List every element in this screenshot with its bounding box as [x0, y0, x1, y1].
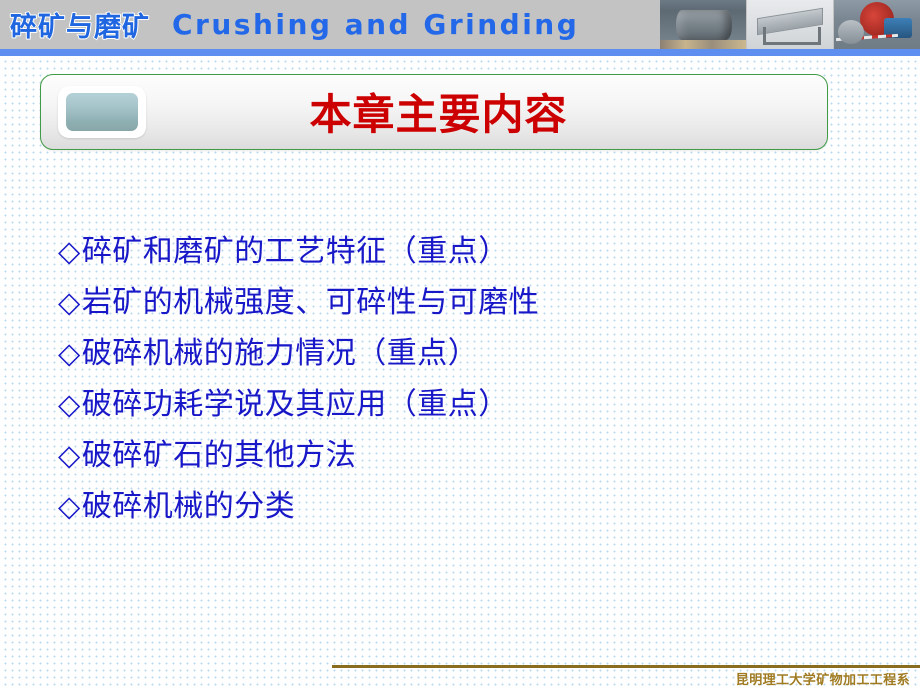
page-title: 本章主要内容 [309, 89, 568, 139]
title-badge-frame [58, 86, 146, 138]
header-title-chinese: 碎矿与磨矿 [9, 11, 150, 44]
list-item-label: 碎矿和磨矿的工艺特征（重点） [81, 234, 509, 269]
list-item: ◇ 破碎矿石的其他方法 [58, 430, 858, 481]
vibrating-screen-photo [747, 0, 833, 49]
list-item: ◇ 破碎机械的施力情况（重点） [58, 328, 858, 379]
slide-header: 碎矿与磨矿 Crushing and Grinding [0, 0, 920, 49]
list-item: ◇ 岩矿的机械强度、可碎性与可磨性 [58, 277, 858, 328]
section-title-box: 本章主要内容 [40, 74, 828, 150]
list-item: ◇ 碎矿和磨矿的工艺特征（重点） [58, 226, 858, 277]
crusher-photo [834, 0, 920, 49]
diamond-bullet-icon: ◇ [58, 285, 81, 319]
diamond-bullet-icon: ◇ [58, 489, 81, 523]
list-item-label: 岩矿的机械强度、可碎性与可磨性 [81, 285, 540, 320]
footer-divider [332, 665, 920, 668]
list-item: ◇ 破碎机械的分类 [58, 481, 858, 532]
diamond-bullet-icon: ◇ [58, 234, 81, 268]
slide-canvas: 碎矿与磨矿 Crushing and Grinding 本章主要内容 ◇ 碎矿和… [0, 0, 920, 690]
list-item-label: 破碎功耗学说及其应用（重点） [81, 387, 509, 422]
header-accent-bar [0, 49, 920, 56]
header-title-english: Crushing and Grinding [172, 8, 580, 41]
footer-department-label: 昆明理工大学矿物加工工程系 [735, 673, 910, 688]
list-item-label: 破碎机械的分类 [81, 489, 296, 524]
diamond-bullet-icon: ◇ [58, 438, 81, 472]
list-item: ◇ 破碎功耗学说及其应用（重点） [58, 379, 858, 430]
header-photo-strip [660, 0, 920, 49]
list-item-label: 破碎矿石的其他方法 [81, 438, 357, 473]
diamond-bullet-icon: ◇ [58, 336, 81, 370]
rounded-square-badge-icon [66, 93, 138, 131]
ball-mill-photo [660, 0, 746, 49]
content-bullet-list: ◇ 碎矿和磨矿的工艺特征（重点） ◇ 岩矿的机械强度、可碎性与可磨性 ◇ 破碎机… [58, 226, 858, 532]
diamond-bullet-icon: ◇ [58, 387, 81, 421]
list-item-label: 破碎机械的施力情况（重点） [81, 336, 479, 371]
header-title-group: 碎矿与磨矿 Crushing and Grinding [9, 0, 580, 49]
